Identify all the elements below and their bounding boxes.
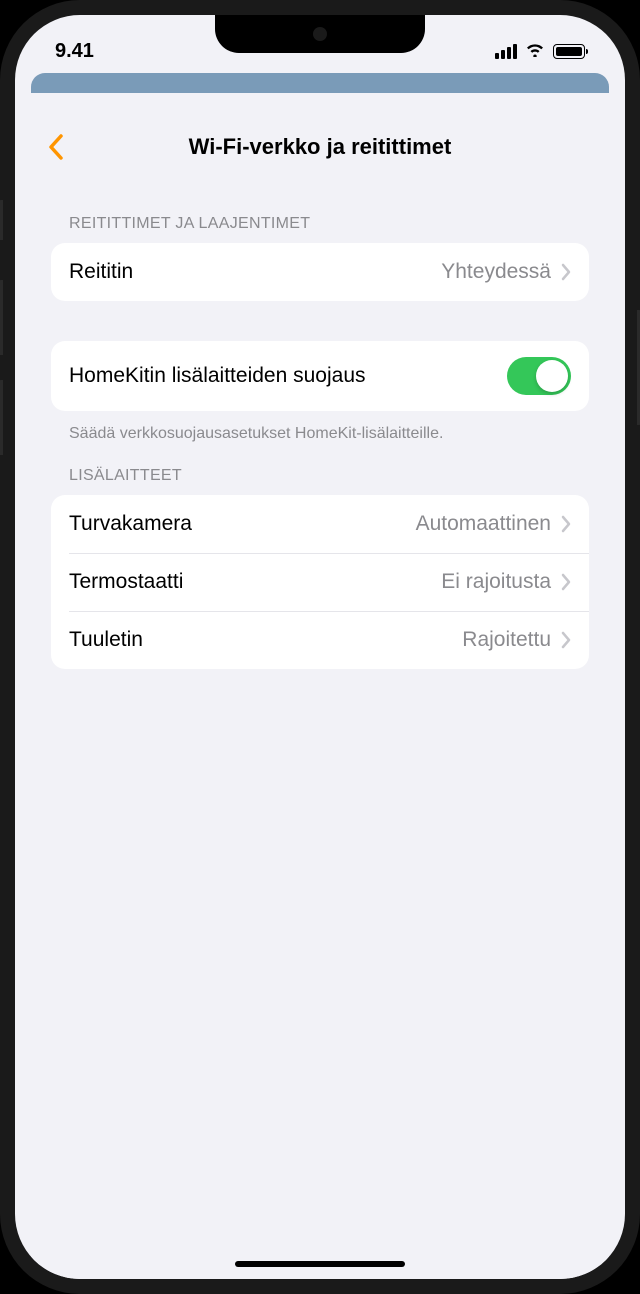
chevron-right-icon	[561, 573, 571, 591]
settings-body: REITITTIMET JA LAAJENTIMET Reititin Yhte…	[31, 177, 609, 669]
routers-group: Reititin Yhteydessä	[51, 243, 589, 301]
navigation-bar: Wi-Fi-verkko ja reitittimet	[31, 117, 609, 177]
notch	[215, 15, 425, 53]
security-footer-text: Säädä verkkosuojausasetukset HomeKit-lis…	[51, 411, 589, 445]
background-sheet-peek	[31, 73, 609, 93]
chevron-right-icon	[561, 515, 571, 533]
routers-section-header: REITITTIMET JA LAAJENTIMET	[51, 177, 589, 243]
accessory-value: Rajoitettu	[462, 628, 551, 652]
accessories-section-header: LISÄLAITTEET	[51, 445, 589, 495]
screen: 9.41 Wi-Fi-verkko ja reitittimet	[15, 15, 625, 1279]
page-title: Wi-Fi-verkko ja reitittimet	[31, 134, 609, 160]
homekit-security-toggle[interactable]	[507, 357, 571, 395]
toggle-knob	[536, 360, 568, 392]
phone-frame: 9.41 Wi-Fi-verkko ja reitittimet	[0, 0, 640, 1294]
accessories-group: Turvakamera Automaattinen Termostaatti E…	[51, 495, 589, 669]
accessory-value: Ei rajoitusta	[441, 570, 551, 594]
home-indicator[interactable]	[235, 1261, 405, 1267]
security-group: HomeKitin lisälaitteiden suojaus	[51, 341, 589, 411]
status-indicators	[495, 40, 585, 63]
accessory-label: Termostaatti	[69, 570, 441, 594]
wifi-icon	[525, 40, 545, 63]
homekit-security-row: HomeKitin lisälaitteiden suojaus	[51, 341, 589, 411]
router-row[interactable]: Reititin Yhteydessä	[51, 243, 589, 301]
chevron-right-icon	[561, 631, 571, 649]
accessory-row-thermostat[interactable]: Termostaatti Ei rajoitusta	[51, 553, 589, 611]
accessory-row-fan[interactable]: Tuuletin Rajoitettu	[51, 611, 589, 669]
back-button[interactable]	[47, 132, 65, 162]
accessory-value: Automaattinen	[416, 512, 551, 536]
chevron-right-icon	[561, 263, 571, 281]
homekit-security-label: HomeKitin lisälaitteiden suojaus	[69, 364, 507, 388]
accessory-row-camera[interactable]: Turvakamera Automaattinen	[51, 495, 589, 553]
silent-switch	[0, 200, 3, 240]
settings-sheet: Wi-Fi-verkko ja reitittimet REITITTIMET …	[31, 117, 609, 1279]
volume-up-button	[0, 280, 3, 355]
battery-icon	[553, 44, 585, 59]
accessory-label: Turvakamera	[69, 512, 416, 536]
router-label: Reititin	[69, 260, 441, 284]
accessory-label: Tuuletin	[69, 628, 462, 652]
status-time: 9.41	[55, 40, 94, 63]
volume-down-button	[0, 380, 3, 455]
cellular-signal-icon	[495, 44, 517, 59]
router-value: Yhteydessä	[441, 260, 551, 284]
